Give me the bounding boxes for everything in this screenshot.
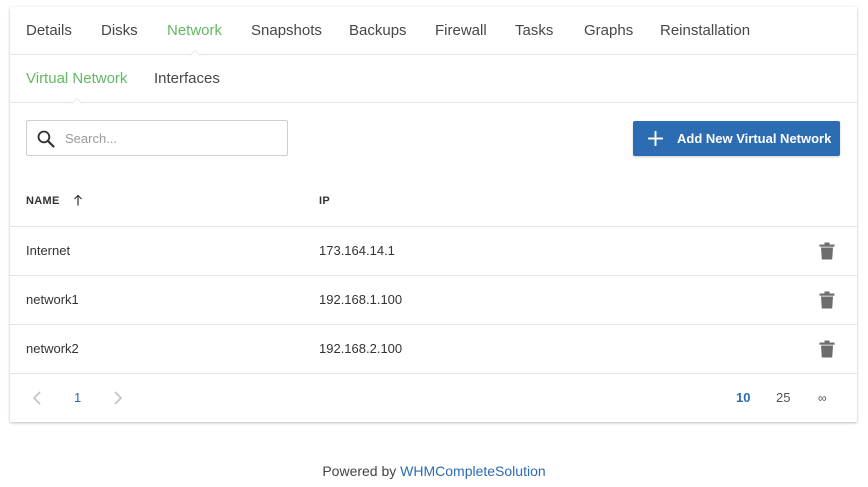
active-subtab-indicator (70, 98, 83, 104)
sub-tabs: Virtual Network Interfaces (10, 55, 857, 104)
pagination: 1 10 25 ∞ (10, 374, 857, 422)
column-header-ip: IP (319, 195, 330, 207)
virtual-network-table: NAME IP Internet 173.164.14.1 network1 1… (10, 177, 857, 374)
trash-icon[interactable] (819, 340, 835, 358)
network-name: network2 (26, 341, 79, 356)
table-header: NAME IP (10, 177, 857, 227)
tab-firewall[interactable]: Firewall (435, 7, 487, 55)
table-row: network1 192.168.1.100 (10, 276, 857, 325)
tab-snapshots[interactable]: Snapshots (251, 7, 322, 55)
table-row: network2 192.168.2.100 (10, 325, 857, 374)
network-name: network1 (26, 292, 79, 307)
page-number-current[interactable]: 1 (74, 374, 81, 422)
search-icon (37, 130, 55, 148)
chevron-left-icon[interactable] (32, 391, 42, 405)
footer: Powered by WHMCompleteSolution (0, 461, 868, 481)
main-tabs: Details Disks Network Snapshots Backups … (10, 7, 857, 56)
column-header-name-label: NAME (26, 195, 60, 207)
trash-icon[interactable] (819, 242, 835, 260)
network-ip: 192.168.1.100 (319, 292, 403, 307)
tab-network-label: Network (167, 22, 223, 39)
tab-details[interactable]: Details (26, 7, 72, 55)
tab-disks[interactable]: Disks (101, 7, 138, 55)
tab-graphs[interactable]: Graphs (584, 7, 633, 55)
add-virtual-network-label: Add New Virtual Network (677, 131, 832, 146)
tab-backups[interactable]: Backups (349, 7, 407, 55)
tab-network[interactable]: Network (167, 7, 223, 56)
footer-prefix: Powered by (322, 463, 397, 479)
trash-icon[interactable] (819, 291, 835, 309)
network-panel: Details Disks Network Snapshots Backups … (10, 7, 857, 422)
subtab-interfaces[interactable]: Interfaces (154, 55, 220, 103)
plus-icon (648, 131, 663, 146)
tab-tasks[interactable]: Tasks (515, 7, 553, 55)
footer-link[interactable]: WHMCompleteSolution (400, 463, 546, 479)
column-header-name[interactable]: NAME (26, 177, 83, 226)
arrow-up-icon (74, 194, 82, 206)
network-ip: 192.168.2.100 (319, 341, 403, 356)
page-size-all[interactable]: ∞ (818, 374, 827, 422)
chevron-right-icon[interactable] (113, 391, 123, 405)
search-input[interactable] (65, 121, 280, 155)
network-name: Internet (26, 243, 71, 258)
search-box (26, 120, 288, 156)
page-size-10[interactable]: 10 (736, 374, 750, 422)
tab-reinstallation[interactable]: Reinstallation (660, 7, 750, 55)
subtab-virtual-network-label: Virtual Network (26, 70, 128, 87)
add-virtual-network-button[interactable]: Add New Virtual Network (633, 121, 840, 156)
page-size-25[interactable]: 25 (776, 374, 790, 422)
table-row: Internet 173.164.14.1 (10, 227, 857, 276)
subtab-virtual-network[interactable]: Virtual Network (26, 55, 128, 104)
network-ip: 173.164.14.1 (319, 243, 395, 258)
